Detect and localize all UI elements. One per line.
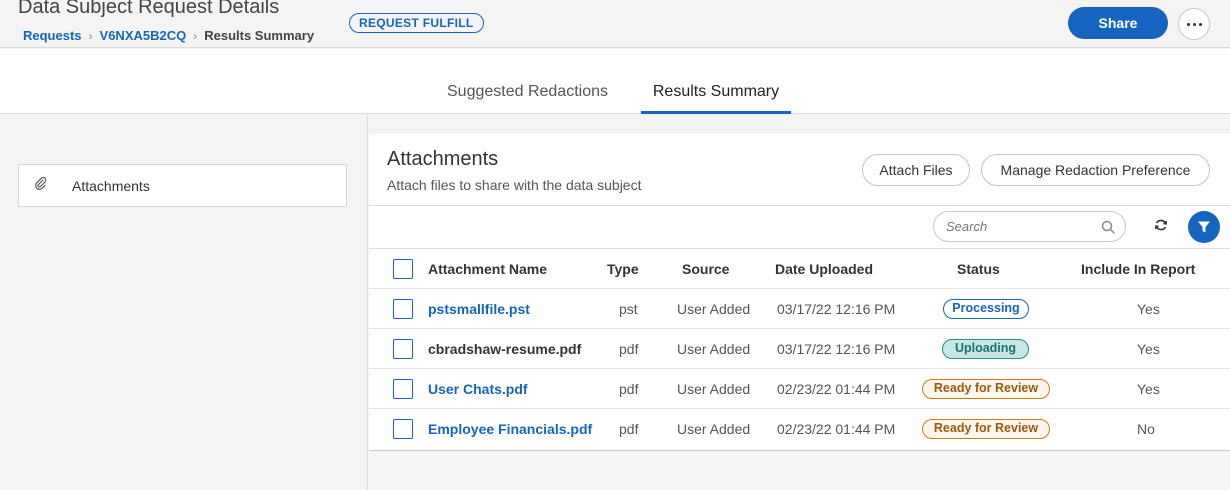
status-badge: Ready for Review bbox=[922, 419, 1050, 439]
column-header[interactable]: Attachment Name bbox=[428, 261, 547, 277]
search-box[interactable] bbox=[933, 211, 1126, 242]
more-dot bbox=[1198, 22, 1202, 26]
more-dot bbox=[1192, 22, 1196, 26]
search-input[interactable] bbox=[946, 219, 1086, 234]
include-in-report: Yes bbox=[1137, 301, 1160, 317]
sidebar-item-label: Attachments bbox=[72, 178, 150, 194]
attachment-type: pst bbox=[619, 301, 638, 317]
chevron-right-icon: › bbox=[88, 28, 93, 43]
row-checkbox[interactable] bbox=[393, 419, 413, 439]
page-header: Data Subject Request Details Requests › … bbox=[0, 0, 1230, 48]
status-badge: Uploading bbox=[942, 339, 1029, 359]
attachment-source: User Added bbox=[677, 381, 751, 397]
attachment-date: 03/17/22 12:16 PM bbox=[777, 301, 896, 317]
chevron-right-icon: › bbox=[193, 28, 198, 43]
paperclip-icon bbox=[35, 176, 47, 194]
column-header[interactable]: Date Uploaded bbox=[775, 261, 873, 277]
attachment-date: 03/17/22 12:16 PM bbox=[777, 341, 896, 357]
table-row: cbradshaw-resume.pdf pdf User Added 03/1… bbox=[369, 329, 1230, 369]
attachment-type: pdf bbox=[619, 421, 639, 437]
breadcrumb-current: Results Summary bbox=[204, 28, 315, 43]
attachment-type: pdf bbox=[619, 341, 639, 357]
table-header-row: Attachment Name Type Source Date Uploade… bbox=[369, 249, 1230, 289]
include-in-report: No bbox=[1137, 421, 1155, 437]
attachment-date: 02/23/22 01:44 PM bbox=[777, 421, 896, 437]
column-header[interactable]: Include In Report bbox=[1081, 261, 1195, 277]
table-row: User Chats.pdf pdf User Added 02/23/22 0… bbox=[369, 369, 1230, 409]
column-header[interactable]: Source bbox=[682, 261, 729, 277]
include-in-report: Yes bbox=[1137, 341, 1160, 357]
attachment-date: 02/23/22 01:44 PM bbox=[777, 381, 896, 397]
row-checkbox[interactable] bbox=[393, 339, 413, 359]
attachments-table: Attachment Name Type Source Date Uploade… bbox=[369, 249, 1230, 449]
attachment-type: pdf bbox=[619, 381, 639, 397]
sidebar: Attachments bbox=[0, 115, 368, 490]
attachment-source: User Added bbox=[677, 421, 751, 437]
refresh-icon[interactable] bbox=[1154, 218, 1168, 237]
row-checkbox[interactable] bbox=[393, 379, 413, 399]
more-horizontal-icon bbox=[1186, 22, 1190, 26]
attach-files-button[interactable]: Attach Files bbox=[862, 154, 970, 186]
breadcrumb: Requests › V6NXA5B2CQ › Results Summary bbox=[23, 28, 314, 43]
tabs-bar: Suggested Redactions Results Summary bbox=[0, 49, 1230, 114]
tab-suggested-redactions[interactable]: Suggested Redactions bbox=[447, 83, 608, 113]
breadcrumb-request-id[interactable]: V6NXA5B2CQ bbox=[100, 28, 187, 43]
status-badge: Ready for Review bbox=[922, 379, 1050, 399]
search-icon[interactable] bbox=[1101, 220, 1115, 239]
section-title: Attachments bbox=[387, 148, 499, 170]
filter-icon bbox=[1198, 221, 1210, 233]
attachment-name-link[interactable]: pstsmallfile.pst bbox=[428, 301, 530, 317]
attachment-name-link[interactable]: Employee Financials.pdf bbox=[428, 421, 592, 437]
sidebar-item-attachments[interactable]: Attachments bbox=[18, 164, 347, 207]
table-row: pstsmallfile.pst pst User Added 03/17/22… bbox=[369, 289, 1230, 329]
more-options-button[interactable] bbox=[1178, 8, 1210, 40]
column-header[interactable]: Status bbox=[957, 261, 1000, 277]
column-header[interactable]: Type bbox=[607, 261, 639, 277]
select-all-checkbox[interactable] bbox=[393, 259, 413, 279]
divider bbox=[369, 205, 1230, 206]
include-in-report: Yes bbox=[1137, 381, 1160, 397]
share-button[interactable]: Share bbox=[1068, 7, 1168, 39]
attachment-name-link[interactable]: User Chats.pdf bbox=[428, 381, 528, 397]
attachment-name: cbradshaw-resume.pdf bbox=[428, 341, 582, 357]
table-row: Employee Financials.pdf pdf User Added 0… bbox=[369, 409, 1230, 449]
breadcrumb-requests[interactable]: Requests bbox=[23, 28, 82, 43]
attachment-source: User Added bbox=[677, 341, 751, 357]
section-subtitle: Attach files to share with the data subj… bbox=[387, 177, 642, 193]
status-badge: Processing bbox=[943, 299, 1029, 319]
request-type-badge: REQUEST FULFILL bbox=[349, 13, 484, 33]
tab-results-summary[interactable]: Results Summary bbox=[641, 83, 791, 114]
manage-redaction-preference-button[interactable]: Manage Redaction Preference bbox=[981, 154, 1210, 186]
page-title: Data Subject Request Details bbox=[18, 0, 280, 18]
row-checkbox[interactable] bbox=[393, 299, 413, 319]
filter-button[interactable] bbox=[1188, 211, 1220, 243]
attachment-source: User Added bbox=[677, 301, 751, 317]
attachments-panel: Attachments Attach files to share with t… bbox=[369, 134, 1230, 451]
